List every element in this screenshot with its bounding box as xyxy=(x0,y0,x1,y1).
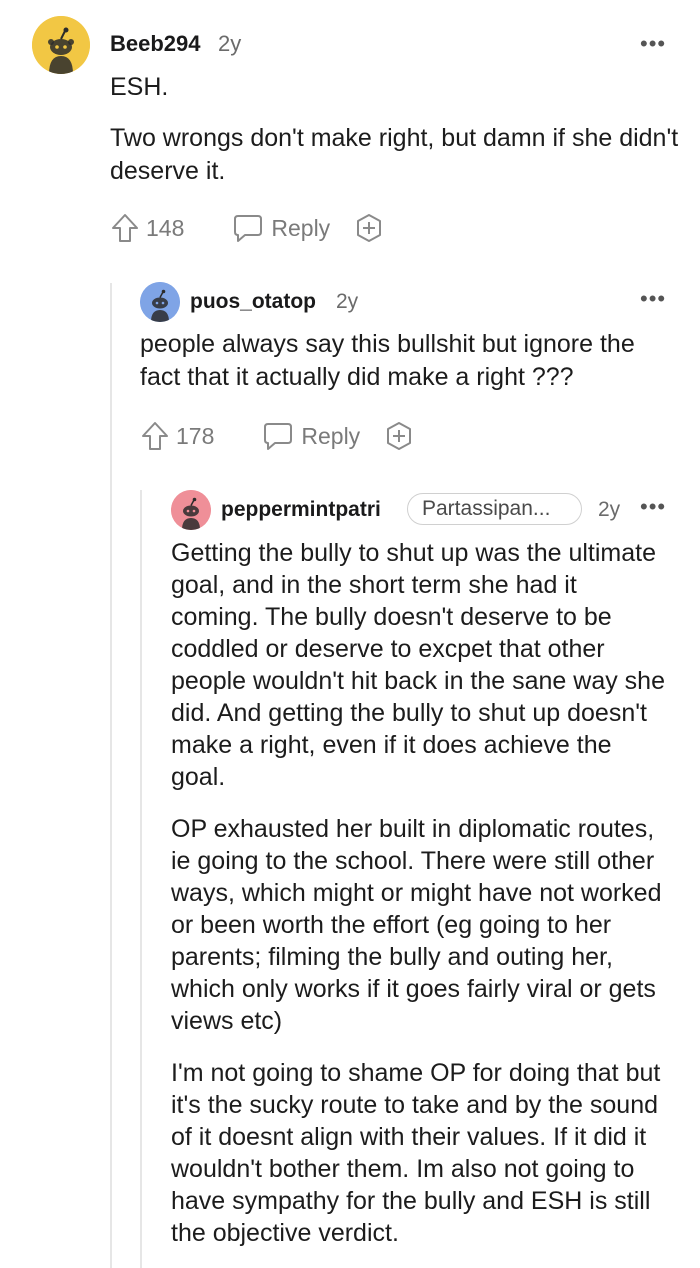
username[interactable]: puos_otatop xyxy=(190,290,316,314)
upvote-arrow-icon xyxy=(142,422,168,450)
user-flair-badge: Partassipan... xyxy=(407,493,582,525)
comment-paragraph: ESH. xyxy=(110,73,169,101)
comment-paragraph: I'm not going to shame OP for doing that… xyxy=(171,1059,661,1247)
plus-circle-icon xyxy=(387,422,412,450)
comment-actions: 178 Reply xyxy=(140,418,414,454)
upvote-count: 178 xyxy=(176,422,215,449)
comment-body: ESH. Two wrongs don't make right, but da… xyxy=(110,71,680,188)
comment-actions: 148 Reply xyxy=(110,210,384,246)
more-options-button[interactable]: ••• xyxy=(640,496,666,518)
more-options-button[interactable]: ••• xyxy=(640,33,666,55)
reply-label: Reply xyxy=(271,214,331,241)
avatar[interactable] xyxy=(171,490,211,530)
username[interactable]: peppermintpatri xyxy=(221,498,381,522)
snoo-avatar-icon xyxy=(140,282,180,322)
reply-button[interactable]: Reply xyxy=(262,421,360,451)
comment-paragraph: Two wrongs don't make right, but damn if… xyxy=(110,124,679,185)
username[interactable]: Beeb294 xyxy=(110,31,201,57)
upvote-arrow-icon xyxy=(112,214,138,242)
upvote-button[interactable]: 178 xyxy=(140,420,214,452)
comment-age: 2y xyxy=(336,290,359,313)
snoo-avatar-icon xyxy=(32,16,90,74)
comment-age: 2y xyxy=(598,498,621,521)
avatar[interactable] xyxy=(140,282,180,322)
snoo-avatar-icon xyxy=(171,490,211,530)
speech-bubble-icon xyxy=(264,423,293,450)
award-button[interactable] xyxy=(384,421,414,451)
upvote-count: 148 xyxy=(146,214,185,241)
reply-button[interactable]: Reply xyxy=(232,213,330,243)
speech-bubble-icon xyxy=(234,215,263,242)
thread-line-level-2[interactable] xyxy=(140,490,142,1268)
reply-label: Reply xyxy=(301,422,361,449)
comment-body: people always say this bullshit but igno… xyxy=(140,328,680,394)
comment-age: 2y xyxy=(218,31,242,56)
comment-paragraph: people always say this bullshit but igno… xyxy=(140,330,635,391)
plus-circle-icon xyxy=(357,214,382,242)
more-options-button[interactable]: ••• xyxy=(640,288,666,310)
comment-paragraph: OP exhausted her built in diplomatic rou… xyxy=(171,815,662,1035)
avatar[interactable] xyxy=(32,16,90,74)
comment-body: Getting the bully to shut up was the ult… xyxy=(171,537,671,1249)
thread-line-level-1[interactable] xyxy=(110,283,112,1268)
comment-paragraph: Getting the bully to shut up was the ult… xyxy=(171,539,665,791)
upvote-button[interactable]: 148 xyxy=(110,212,184,244)
award-button[interactable] xyxy=(354,213,384,243)
